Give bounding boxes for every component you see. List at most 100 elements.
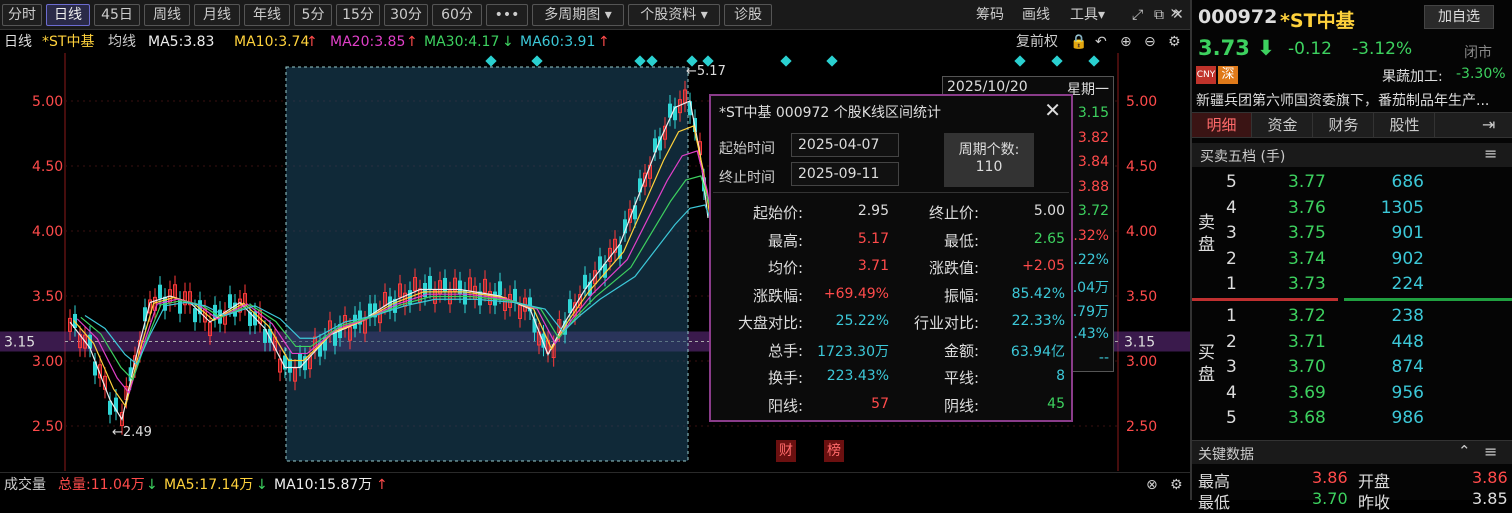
level-price: 3.77 [1288, 172, 1326, 192]
stat-value: 8 [1056, 368, 1065, 384]
tab-0[interactable]: 明细 [1192, 113, 1252, 137]
menu-icon[interactable]: ≡ [1484, 144, 1497, 163]
price-tick-left: 3.00 [32, 354, 63, 370]
orderbook-row[interactable]: 2 3.71 448 [1192, 332, 1512, 357]
tab-2[interactable]: 财务 [1314, 113, 1374, 137]
info-value: 3.84 [1077, 154, 1109, 170]
info-value: .32% [1073, 227, 1109, 244]
level-volume: 224 [1391, 274, 1424, 294]
event-marker[interactable] [646, 55, 658, 67]
event-marker[interactable] [1051, 55, 1063, 67]
expand-icon[interactable]: ⤢ [1132, 5, 1143, 25]
company-description[interactable]: 新疆兵团第六师国资委旗下，番茄制品年生产... [1196, 90, 1508, 110]
ma-type-label[interactable]: 均线 [108, 31, 136, 53]
level-price: 3.68 [1288, 408, 1326, 428]
event-marker[interactable] [826, 55, 838, 67]
start-time-field[interactable]: 2025-04-07 [791, 133, 899, 157]
level-price: 3.76 [1288, 197, 1326, 218]
period-button-12[interactable]: 个股资料 ▾ [628, 4, 720, 26]
event-marker[interactable] [1014, 55, 1026, 67]
close-icon[interactable]: ✕ [1044, 98, 1061, 122]
event-marker[interactable] [1088, 55, 1100, 67]
stat-value: 5.17 [857, 230, 889, 247]
expand-right-icon[interactable]: » [1170, 2, 1181, 23]
price-tick-right: 3.50 [1126, 289, 1157, 305]
period-button-3[interactable]: 周线 [144, 4, 190, 26]
period-button-8[interactable]: 30分 [384, 4, 428, 26]
stat-label: 涨跌值: [928, 259, 979, 277]
orderbook-row[interactable]: 1 3.73 224 [1192, 274, 1512, 299]
period-button-5[interactable]: 年线 [244, 4, 290, 26]
period-button-2[interactable]: 45日 [94, 4, 140, 26]
orderbook-row[interactable]: 2 3.74 902 [1192, 249, 1512, 274]
selection-range[interactable] [285, 66, 689, 462]
info-value: .04万 [1072, 279, 1109, 296]
stat-value: 25.22% [835, 313, 889, 329]
finance-chip[interactable]: 财 [776, 440, 796, 462]
period-button-7[interactable]: 15分 [336, 4, 380, 26]
collapse-up-icon[interactable]: ⌃ [1458, 442, 1471, 460]
period-button-9[interactable]: 60分 [432, 4, 482, 26]
period-count-box: 周期个数: 110 [944, 133, 1034, 187]
divider [713, 192, 1069, 193]
period-button-4[interactable]: 月线 [194, 4, 240, 26]
rank-chip[interactable]: 榜 [824, 440, 844, 462]
tab-1[interactable]: 资金 [1253, 113, 1313, 137]
zoom-out-icon[interactable]: ⊖ [1144, 31, 1156, 53]
stat-label: 涨跌幅: [752, 286, 803, 305]
orderbook-row[interactable]: 3 3.70 874 [1192, 357, 1512, 382]
price-tick-right: 5.00 [1126, 94, 1157, 110]
level-index: 4 [1226, 382, 1237, 403]
stat-value: 3.71 [857, 258, 889, 274]
restore-icon[interactable]: ⧉ [1154, 5, 1164, 25]
period-button-11[interactable]: 多周期图 ▾ [532, 4, 624, 26]
orderbook-row[interactable]: 5 3.68 986 [1192, 408, 1512, 433]
keydata-menu-icon[interactable]: ≡ [1484, 442, 1497, 461]
orderbook-row[interactable]: 5 3.77 686 [1192, 172, 1512, 197]
add-watchlist-button[interactable]: 加自选 [1424, 5, 1494, 29]
orderbook-row[interactable]: 4 3.76 1305 [1192, 198, 1512, 223]
lock-icon[interactable]: 🔒 [1070, 31, 1087, 53]
zoom-in-icon[interactable]: ⊕ [1120, 31, 1132, 53]
open-value: 3.86 [1472, 468, 1508, 487]
event-marker[interactable] [634, 55, 646, 67]
tab-3[interactable]: 股性 [1375, 113, 1435, 137]
exchange-badge: 深 [1218, 66, 1238, 84]
close-volume-icon[interactable]: ⊗ [1146, 473, 1158, 497]
candle-body [193, 308, 197, 323]
tool-menu-1[interactable]: 画线 [1022, 5, 1050, 25]
period-button-13[interactable]: 诊股 [724, 4, 772, 26]
period-button-1[interactable]: 日线 [46, 4, 90, 26]
settings-icon[interactable]: ⚙ [1168, 31, 1181, 53]
collapse-icon[interactable]: ⇥ [1482, 115, 1495, 134]
period-label: 日线 [4, 34, 32, 50]
tool-menu-0[interactable]: 筹码 [976, 5, 1004, 25]
info-weekday: 星期一 [1067, 82, 1109, 98]
stat-value: +2.05 [1022, 258, 1065, 274]
orderbook-row[interactable]: 1 3.72 238 [1192, 306, 1512, 331]
ma20-value: MA20:3.85 [330, 34, 406, 50]
ma60-arrow: ↑ [598, 34, 610, 50]
undo-icon[interactable]: ↶ [1095, 31, 1107, 53]
event-marker[interactable] [780, 55, 792, 67]
tool-menu-2[interactable]: 工具▾ [1070, 5, 1105, 25]
info-value: .43% [1073, 325, 1109, 342]
level-volume: 956 [1391, 382, 1424, 403]
event-marker[interactable] [485, 55, 497, 67]
end-time-field[interactable]: 2025-09-11 [791, 162, 899, 186]
orderbook-row[interactable]: 4 3.69 956 [1192, 383, 1512, 408]
sector-label[interactable]: 果蔬加工: [1382, 66, 1443, 86]
period-button-6[interactable]: 5分 [294, 4, 332, 26]
level-volume: 448 [1391, 331, 1424, 352]
orderbook-row[interactable]: 3 3.75 901 [1192, 223, 1512, 248]
period-count-value: 110 [975, 159, 1003, 175]
stock-label: *ST中基 [42, 34, 95, 50]
level-index: 3 [1226, 223, 1237, 243]
volume-settings-icon[interactable]: ⚙ [1170, 473, 1183, 497]
adjust-mode[interactable]: 复前权 [1016, 31, 1058, 53]
volume-total-arrow: ↓ [146, 477, 158, 493]
event-marker[interactable] [531, 55, 543, 67]
period-button-0[interactable]: 分时 [2, 4, 42, 26]
volume-total: 总量:11.04万 [58, 477, 145, 493]
period-button-10[interactable]: ••• [486, 4, 528, 26]
